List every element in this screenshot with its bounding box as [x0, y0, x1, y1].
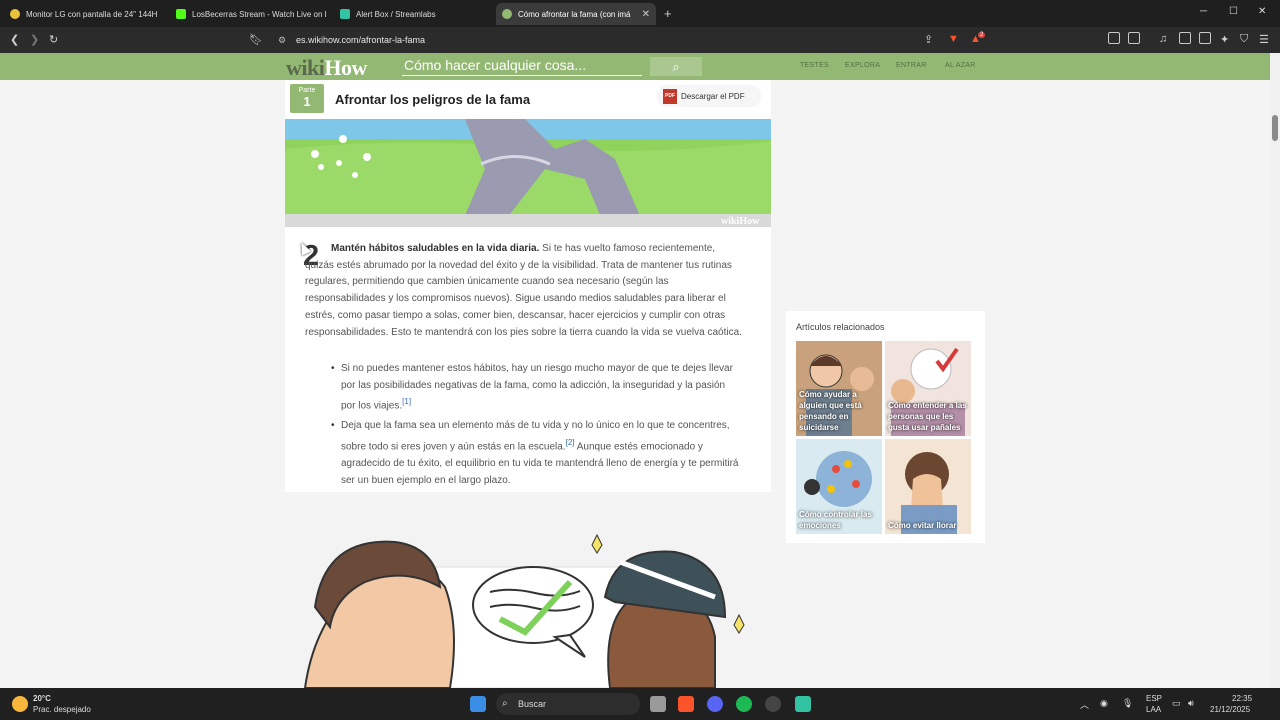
- volume-icon[interactable]: 🔊︎: [1188, 698, 1194, 709]
- clock-time[interactable]: 22:35: [1232, 694, 1252, 703]
- wallet-icon[interactable]: [1199, 32, 1211, 44]
- site-info-icon[interactable]: ⚙: [278, 35, 288, 46]
- reference-link[interactable]: [1]: [402, 397, 411, 406]
- related-article-card[interactable]: Cómo entender a las personas que les gus…: [885, 341, 971, 436]
- clock-date[interactable]: 21/12/2025: [1210, 705, 1250, 714]
- search-icon: ⌕: [502, 698, 508, 709]
- search-button[interactable]: ⌕: [650, 57, 702, 76]
- step-text: Mantén hábitos saludables en la vida dia…: [305, 241, 745, 341]
- related-articles-panel: Artículos relacionados Cómo ayudar a alg…: [786, 311, 985, 543]
- related-article-card[interactable]: Cómo ayudar a alguien que está pensando …: [796, 341, 882, 436]
- tab-label: Cómo afrontar la fama (con imá: [518, 9, 631, 19]
- media-icon[interactable]: ♫: [1159, 33, 1167, 45]
- bookmark-icon[interactable]: 🔖︎: [249, 33, 263, 46]
- weather-icon[interactable]: [12, 696, 28, 712]
- close-window-button[interactable]: ✕: [1258, 6, 1266, 17]
- close-tab-icon[interactable]: ✕: [642, 9, 650, 20]
- minimize-button[interactable]: ─: [1200, 6, 1207, 17]
- extension-icon[interactable]: [1128, 32, 1140, 44]
- app-icon[interactable]: [765, 696, 781, 712]
- nav-al-azar[interactable]: AL AZAR: [945, 62, 976, 69]
- nav-testes[interactable]: TESTES: [800, 62, 829, 69]
- step-body: Si te has vuelto famoso recientemente, q…: [305, 243, 742, 338]
- windows-taskbar: 20°C Prac. despejado ⌕ Buscar ︿ ◉ 🎙︎ ESP…: [0, 688, 1280, 720]
- pdf-icon: PDF: [663, 88, 677, 104]
- streamlabs-favicon-icon: [340, 9, 350, 19]
- weather-desc: Prac. despejado: [33, 705, 91, 714]
- download-pdf-button[interactable]: PDF Descargar el PDF: [657, 85, 761, 107]
- forward-button[interactable]: ❯: [30, 33, 39, 46]
- tab-label: LosBecerras Stream - Watch Live on K: [192, 9, 326, 19]
- menu-icon[interactable]: ☰: [1259, 33, 1269, 46]
- step-illustration: wikiHow: [285, 119, 771, 227]
- part-header: Parte 1 Afrontar los peligros de la fama…: [285, 80, 771, 118]
- tab-3[interactable]: Alert Box / Streamlabs: [334, 3, 494, 25]
- address-bar[interactable]: ⚙ es.wikihow.com/afrontar-la-fama: [272, 30, 912, 50]
- wikihow-header: wikiHow Cómo hacer cualquier cosa... ⌕ T…: [0, 53, 1270, 80]
- related-article-card[interactable]: Cómo controlar las emociones: [796, 439, 882, 534]
- streamlabs-app-icon[interactable]: [795, 696, 811, 712]
- step-bullets: Si no puedes mantener estos hábitos, hay…: [331, 361, 741, 493]
- next-step-illustration: [285, 507, 771, 688]
- maximize-button[interactable]: ☐: [1229, 6, 1238, 17]
- related-article-card[interactable]: Cómo evitar llorar: [885, 439, 971, 534]
- tab-favicon-icon: [10, 9, 20, 19]
- part-badge: Parte 1: [290, 84, 324, 113]
- sidebar-icon[interactable]: [1179, 32, 1191, 44]
- tab-label: Monitor LG con pantalla de 24" 144H: [26, 9, 158, 19]
- list-item: Deja que la fama sea un elemento más de …: [331, 418, 741, 489]
- list-item: Si no puedes mantener estos hábitos, hay…: [331, 361, 741, 415]
- leo-ai-icon[interactable]: ✦: [1220, 33, 1229, 46]
- watermark-text: wikiHow: [721, 216, 760, 227]
- part-title: Afrontar los peligros de la fama: [335, 92, 531, 107]
- language-top[interactable]: ESP: [1146, 694, 1162, 703]
- site-search-input[interactable]: Cómo hacer cualquier cosa...: [402, 57, 642, 76]
- vpn-icon[interactable]: ⛉: [1240, 33, 1248, 46]
- article-section-card: Parte 1 Afrontar los peligros de la fama…: [285, 80, 771, 492]
- tab-2[interactable]: LosBecerras Stream - Watch Live on K: [170, 3, 332, 25]
- brave-shields-icon[interactable]: ▼: [948, 33, 959, 45]
- browser-tab-strip: Monitor LG con pantalla de 24" 144H LosB…: [0, 0, 1280, 27]
- reference-link[interactable]: [2]: [566, 438, 575, 447]
- brave-app-icon[interactable]: [678, 696, 694, 712]
- new-tab-button[interactable]: +: [664, 6, 672, 21]
- tab-4-active[interactable]: Cómo afrontar la fama (con imá ✕: [496, 3, 656, 25]
- tray-chevron-icon[interactable]: ︿: [1080, 698, 1089, 711]
- network-icon[interactable]: ▭: [1172, 698, 1181, 709]
- browser-toolbar: ❮ ❯ ↻ 🔖︎ ⚙ es.wikihow.com/afrontar-la-fa…: [0, 27, 1280, 53]
- tray-app-icon[interactable]: ◉: [1100, 698, 1108, 709]
- step-headline: Mantén hábitos saludables en la vida dia…: [331, 243, 540, 254]
- wikihow-favicon-icon: [502, 9, 512, 19]
- windows-start-icon[interactable]: [470, 696, 486, 712]
- tab-label: Alert Box / Streamlabs: [356, 9, 436, 19]
- kick-favicon-icon: [176, 9, 186, 19]
- scrollbar-thumb[interactable]: [1272, 115, 1278, 141]
- rewards-badge: 2: [978, 32, 986, 38]
- share-icon[interactable]: ⇪: [924, 33, 933, 46]
- weather-temp: 20°C: [33, 694, 51, 703]
- wikihow-logo[interactable]: wikiHow: [286, 55, 367, 81]
- nav-explora[interactable]: EXPLORA: [845, 62, 880, 69]
- extension-icon[interactable]: [1108, 32, 1120, 44]
- discord-app-icon[interactable]: [707, 696, 723, 712]
- page-scrollbar[interactable]: [1270, 53, 1280, 688]
- spotify-app-icon[interactable]: [736, 696, 752, 712]
- tab-1[interactable]: Monitor LG con pantalla de 24" 144H: [4, 3, 166, 25]
- url-text: es.wikihow.com/afrontar-la-fama: [296, 35, 426, 45]
- related-articles-title: Artículos relacionados: [796, 322, 885, 332]
- reload-button[interactable]: ↻: [49, 33, 58, 46]
- language-bottom[interactable]: LAA: [1146, 705, 1161, 714]
- task-view-icon[interactable]: [650, 696, 666, 712]
- microphone-icon[interactable]: 🎙︎: [1122, 698, 1133, 709]
- back-button[interactable]: ❮: [10, 33, 19, 46]
- nav-entrar[interactable]: ENTRAR: [896, 62, 927, 69]
- taskbar-search[interactable]: ⌕ Buscar: [496, 693, 640, 715]
- search-icon: ⌕: [672, 58, 680, 74]
